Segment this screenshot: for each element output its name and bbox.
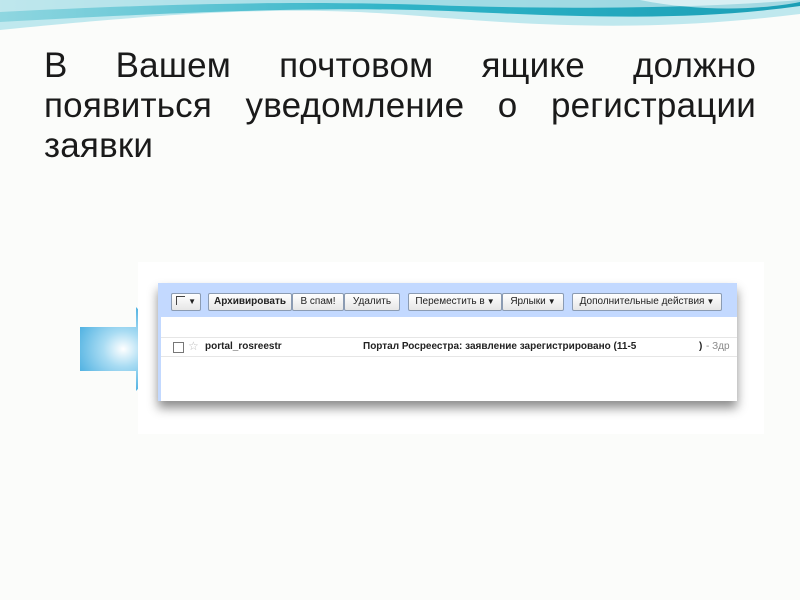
row-checkbox[interactable] — [173, 342, 184, 353]
select-dropdown-button[interactable]: ▼ — [171, 293, 201, 311]
slide: В Вашем почтовом ящике должно появиться … — [0, 0, 800, 600]
mail-snippet: - Здр — [706, 341, 730, 352]
star-icon[interactable]: ☆ — [188, 338, 199, 355]
mail-toolbar: ▼ Архивировать В спам! Удалить Перемести… — [161, 283, 737, 317]
labels-button[interactable]: Ярлыки ▼ — [502, 293, 564, 311]
mail-subject: Портал Росреестра: заявление зарегистрир… — [363, 341, 637, 352]
toolbar-separator — [161, 317, 737, 337]
caret-down-icon: ▼ — [547, 297, 556, 306]
move-to-label: Переместить в — [415, 296, 485, 307]
caret-down-icon: ▼ — [188, 297, 196, 306]
spam-button[interactable]: В спам! — [292, 293, 344, 311]
delete-button[interactable]: Удалить — [344, 293, 400, 311]
caret-down-icon: ▼ — [706, 297, 715, 306]
mail-list-row[interactable]: ☆ portal_rosreestr Портал Росреестра: за… — [161, 337, 737, 357]
caret-down-icon: ▼ — [486, 297, 495, 306]
mail-panel: ▼ Архивировать В спам! Удалить Перемести… — [158, 283, 737, 401]
archive-button[interactable]: Архивировать — [208, 293, 292, 311]
checkbox-icon — [176, 296, 185, 305]
more-actions-label: Дополнительные действия — [579, 296, 705, 307]
mail-sender: portal_rosreestr — [205, 341, 282, 352]
more-actions-button[interactable]: Дополнительные действия ▼ — [572, 293, 722, 311]
move-to-button[interactable]: Переместить в ▼ — [408, 293, 502, 311]
labels-label: Ярлыки — [510, 296, 546, 307]
mail-subject-end: ) — [699, 341, 703, 352]
slide-title: В Вашем почтовом ящике должно появиться … — [44, 46, 756, 165]
gmail-screenshot: ▼ Архивировать В спам! Удалить Перемести… — [138, 262, 764, 434]
